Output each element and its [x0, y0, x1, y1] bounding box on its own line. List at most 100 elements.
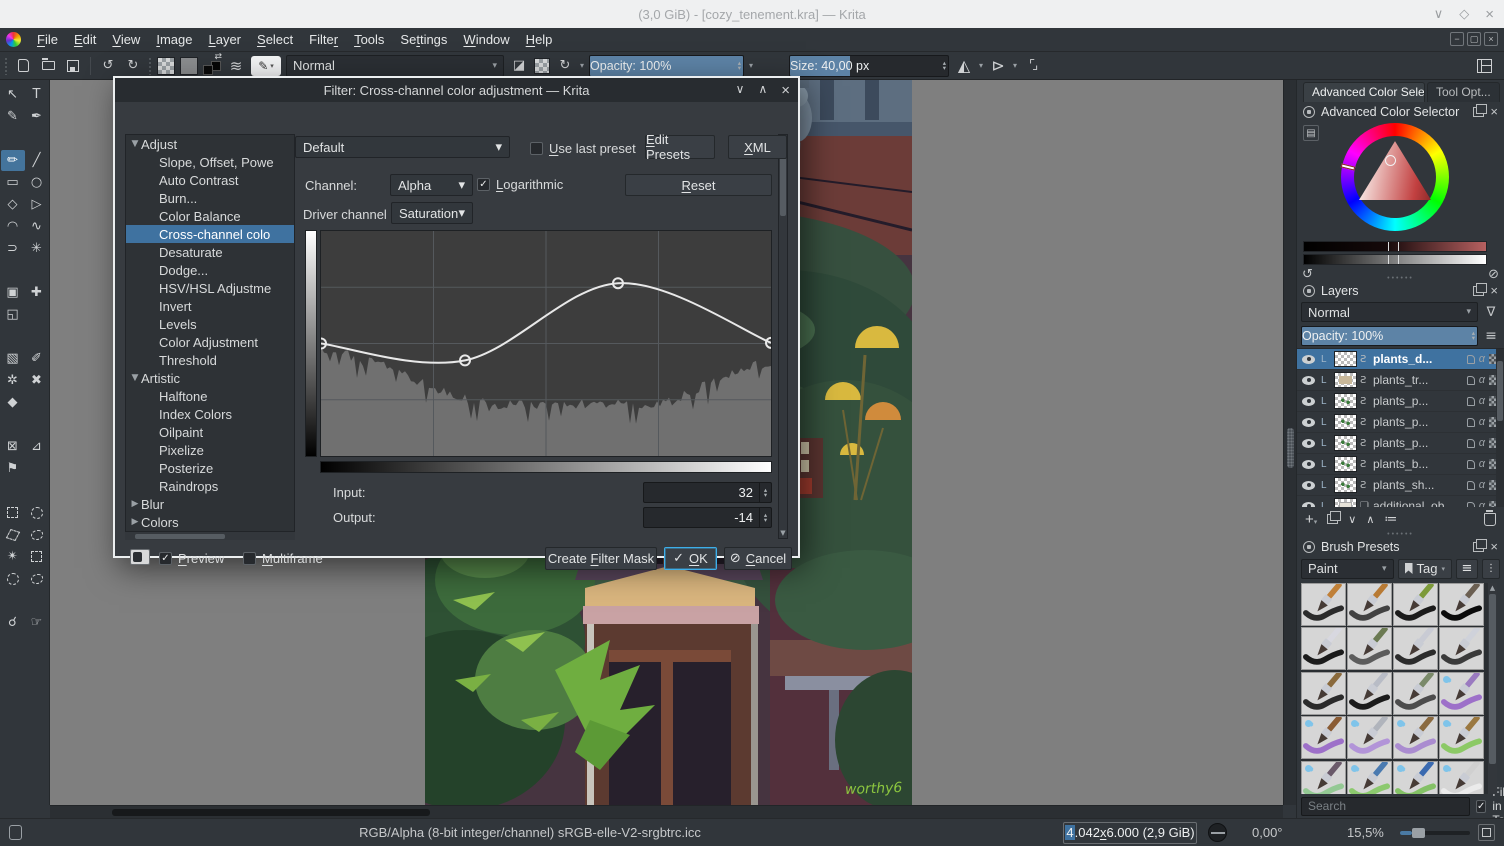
preset-options-button[interactable]: ⋮ — [1482, 558, 1500, 579]
layer-thumbnail[interactable] — [1334, 372, 1357, 389]
mirror-horizontal-button[interactable]: ◭ — [954, 56, 974, 76]
menu-select[interactable]: Select — [249, 30, 301, 49]
filter-item-index-colors[interactable]: Index Colors — [126, 405, 294, 423]
add-layer-button[interactable]: +▾ — [1305, 511, 1317, 528]
filter-list-vscrollbar[interactable]: ▲ ▼ — [778, 134, 788, 539]
mirror-h-dropdown-icon[interactable]: ▾ — [979, 61, 983, 70]
rect-select-tool[interactable] — [1, 502, 25, 523]
filter-item-desaturate[interactable]: Desaturate — [126, 243, 294, 261]
rectangle-tool[interactable]: ▭ — [1, 172, 25, 193]
close-docker-icon[interactable]: × — [1490, 540, 1498, 553]
reload-dropdown-icon[interactable]: ▾ — [580, 61, 584, 70]
multiframe-checkbox[interactable]: Multiframe — [243, 551, 323, 566]
preview-checkbox[interactable]: ✓ Preview — [159, 551, 224, 566]
layer-lock-icon[interactable] — [1466, 396, 1475, 406]
driver-channel-combo[interactable]: Saturation ▾ — [391, 202, 473, 224]
dialog-shade-icon[interactable]: ∨ — [736, 82, 745, 99]
layer-thumbnail[interactable] — [1334, 393, 1357, 410]
move-tool[interactable]: ✚ — [25, 282, 49, 303]
layer-lock-icon[interactable] — [1466, 375, 1475, 385]
color-history-bar[interactable] — [1303, 241, 1487, 253]
select-shapes-tool[interactable]: ↖ — [1, 84, 25, 105]
close-icon[interactable]: × — [1485, 6, 1494, 23]
menu-tools[interactable]: Tools — [346, 30, 392, 49]
filter-item-invert[interactable]: Invert — [126, 297, 294, 315]
menu-help[interactable]: Help — [518, 30, 561, 49]
channel-combo[interactable]: Alpha ▾ — [390, 174, 473, 196]
assistants-tool[interactable]: ⊿ — [25, 436, 49, 457]
fill-tool[interactable]: ◆ — [1, 392, 25, 413]
filter-list-hscrollbar[interactable] — [125, 531, 295, 540]
cancel-button[interactable]: ⊘ Cancel — [724, 547, 792, 570]
polygonal-select-tool[interactable] — [1, 524, 25, 545]
calligraphy-tool[interactable]: ✒ — [25, 106, 49, 127]
zoom-value[interactable]: 15,5% — [1347, 825, 1384, 840]
enclose-fill-tool[interactable]: ⊠ — [1, 436, 25, 457]
lightness-bar[interactable] — [1303, 254, 1487, 266]
mirror-vertical-button[interactable]: ⊳ — [988, 56, 1008, 76]
brush-preset-tile[interactable] — [1347, 626, 1392, 670]
layer-lock-icon[interactable] — [1466, 354, 1475, 364]
layer-row[interactable]: L Ƨplants_p... α — [1297, 391, 1504, 413]
dialog-titlebar[interactable]: Filter: Cross-channel color adjustment —… — [115, 78, 798, 102]
opacity-slider[interactable]: Opacity: 100% ▴ ▾ — [589, 54, 745, 77]
layer-visibility-icon[interactable] — [1302, 354, 1315, 364]
eraser-mode-button[interactable]: ◪ — [509, 56, 529, 76]
layer-row[interactable]: L Ƨplants_tr... α — [1297, 370, 1504, 392]
zoom-tool[interactable]: ☌ — [1, 612, 25, 633]
brush-preset-tile[interactable] — [1393, 715, 1438, 759]
inherit-alpha-icon[interactable]: α — [1479, 395, 1485, 407]
layer-visibility-icon[interactable] — [1302, 459, 1315, 469]
filter-item-cross-channel-colo[interactable]: Cross-channel colo — [126, 225, 294, 243]
float-docker-icon[interactable] — [1473, 103, 1488, 117]
filter-item-color-balance[interactable]: Color Balance — [126, 207, 294, 225]
layer-visibility-icon[interactable] — [1302, 375, 1315, 385]
layer-row[interactable]: L ❏ additional_ob... α — [1297, 496, 1504, 507]
save-button[interactable] — [63, 56, 83, 76]
brush-preset-tile[interactable] — [1439, 582, 1484, 626]
layer-visibility-icon[interactable] — [1302, 417, 1315, 427]
close-docker-icon[interactable]: × — [1490, 284, 1498, 297]
layer-lock-icon[interactable] — [1466, 417, 1475, 427]
filter-item-posterize[interactable]: Posterize — [126, 459, 294, 477]
brush-preset-tile[interactable] — [1393, 626, 1438, 670]
brush-search-input[interactable] — [1301, 796, 1470, 816]
bezier-curve-tool[interactable]: ◠ — [1, 216, 25, 237]
minimize-icon[interactable]: ∨ — [1434, 6, 1444, 22]
brush-preset-tile[interactable] — [1393, 670, 1438, 715]
refresh-colors-icon[interactable]: ↺ — [1302, 267, 1313, 282]
brush-preset-tile[interactable] — [1393, 582, 1438, 626]
polyline-tool[interactable]: ▷ — [25, 194, 49, 215]
dialog-maximize-icon[interactable]: ∧ — [758, 82, 767, 99]
filter-item-levels[interactable]: Levels — [126, 315, 294, 333]
selection-indicator-icon[interactable] — [9, 825, 22, 840]
trim-to-image-button[interactable]: ⌜⌟ — [1022, 56, 1042, 76]
filter-item-hsv-hsl-adjustme[interactable]: HSV/HSL Adjustme — [126, 279, 294, 297]
reference-images-tool[interactable]: ⚑ — [1, 458, 25, 479]
app-titlebar[interactable]: (3,0 GiB) - [cozy_tenement.kra] — Krita … — [0, 0, 1504, 28]
brush-preset-tile[interactable] — [1301, 670, 1346, 715]
filter-item-oilpaint[interactable]: Oilpaint — [126, 423, 294, 441]
undo-button[interactable]: ↺ — [98, 56, 118, 76]
move-layer-down-button[interactable]: ∨ — [1348, 513, 1356, 526]
layer-row[interactable]: L Ƨplants_b... α — [1297, 454, 1504, 476]
maximize-icon[interactable]: ◇ — [1459, 6, 1469, 22]
zoom-slider[interactable] — [1400, 828, 1470, 838]
brush-preset-tile[interactable] — [1347, 670, 1392, 715]
open-document-button[interactable] — [38, 56, 58, 76]
float-docker-icon[interactable] — [1473, 282, 1488, 296]
move-layer-up-button[interactable]: ∧ — [1366, 513, 1374, 526]
duplicate-layer-button[interactable] — [1327, 511, 1342, 525]
line-tool[interactable]: ╱ — [25, 150, 49, 171]
layer-visibility-icon[interactable] — [1302, 480, 1315, 490]
redo-button[interactable]: ↻ — [123, 56, 143, 76]
ellipse-select-tool[interactable] — [25, 502, 49, 523]
menu-filter[interactable]: Filter — [301, 30, 346, 49]
layer-row[interactable]: L Ƨplants_sh... α — [1297, 475, 1504, 497]
magnetic-select-tool[interactable] — [25, 568, 49, 589]
layer-lock-icon[interactable] — [1466, 480, 1475, 490]
filter-category-list[interactable]: ▼ Adjust Slope, Offset, Powe Auto Contrast B… — [125, 134, 295, 539]
layer-thumbnail[interactable] — [1334, 351, 1357, 368]
float-docker-icon[interactable] — [1473, 538, 1488, 552]
layer-visibility-icon[interactable] — [1302, 438, 1315, 448]
